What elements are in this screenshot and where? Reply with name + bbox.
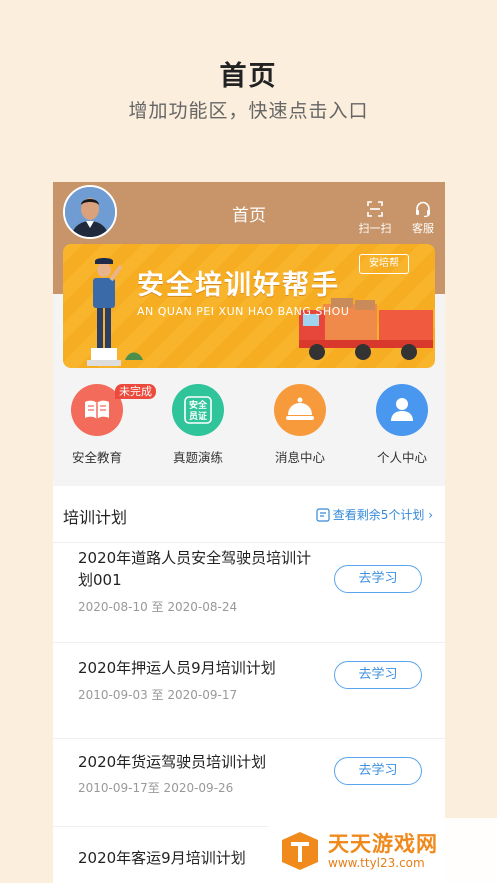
- banner-title: 安全培训好帮手: [137, 270, 340, 301]
- view-more-label: 查看剩余5个计划: [332, 508, 425, 522]
- banner-logo: 安培帮: [359, 254, 409, 274]
- study-button[interactable]: 去学习: [334, 661, 422, 689]
- watermark-logo: [282, 832, 318, 870]
- quick-label: 安全教育: [71, 450, 122, 465]
- scan-icon: [367, 201, 383, 217]
- list-item[interactable]: 2020年道路人员安全驾驶员培训计划001 2020-08-10 至 2020-…: [53, 542, 445, 643]
- service-label: 客服: [412, 222, 434, 235]
- certificate-icon: 安全 员证: [172, 384, 224, 436]
- scan-button[interactable]: 扫一扫: [355, 200, 395, 236]
- scan-label: 扫一扫: [358, 222, 392, 235]
- user-icon: [376, 384, 428, 436]
- service-button[interactable]: 客服: [403, 200, 443, 236]
- banner-subtitle: AN QUAN PEI XUN HAO BANG SHOU: [137, 305, 350, 318]
- phone-screen: 首页 扫一扫 客服 安全培训好帮手 AN QUAN PEI XUN HAO BA…: [53, 182, 445, 883]
- plan-name: 2020年道路人员安全驾驶员培训计划001: [78, 549, 312, 589]
- headset-icon: [416, 201, 430, 218]
- view-more-link[interactable]: 查看剩余5个计划 ›: [316, 506, 433, 523]
- quick-item-messages[interactable]: 消息中心: [260, 382, 340, 466]
- study-button[interactable]: 去学习: [334, 565, 422, 593]
- plan-date: 2020-08-10 至 2020-08-24: [78, 600, 238, 614]
- certificate-icon-text-bottom: 员证: [189, 411, 207, 422]
- quick-actions: 未完成 安全教育 安全 员证 真题演练 消息中心 个人中心: [53, 382, 445, 482]
- list-item[interactable]: 2020年押运人员9月培训计划 2010-09-03 至 2020-09-17 …: [53, 642, 445, 739]
- quick-item-practice[interactable]: 安全 员证 真题演练: [158, 382, 238, 466]
- promo-subtitle: 增加功能区，快速点击入口: [128, 100, 369, 122]
- quick-label: 真题演练: [172, 450, 223, 465]
- study-button[interactable]: 去学习: [334, 757, 422, 785]
- section-title: 培训计划: [63, 508, 128, 527]
- incomplete-badge: 未完成: [115, 384, 156, 399]
- chevron-right-icon: ›: [424, 508, 433, 522]
- promo-title: 首页: [219, 61, 278, 92]
- quick-label: 个人中心: [376, 450, 427, 465]
- plan-name: 2020年货运驾驶员培训计划: [78, 753, 267, 771]
- list-icon: [316, 508, 330, 522]
- list-item[interactable]: 2020年货运驾驶员培训计划 2010-09-17至 2020-09-26 去学…: [53, 738, 445, 827]
- promo-banner[interactable]: 安全培训好帮手 AN QUAN PEI XUN HAO BANG SHOU 安培…: [63, 244, 435, 368]
- watermark: 天天游戏网 www.ttyl23.com: [268, 818, 497, 883]
- plan-name: 2020年押运人员9月培训计划: [78, 659, 276, 677]
- plan-date: 2010-09-03 至 2020-09-17: [78, 688, 238, 702]
- watermark-url: www.ttyl23.com: [328, 856, 425, 870]
- quick-label: 消息中心: [274, 450, 325, 465]
- plan-date: 2010-09-17至 2020-09-26: [78, 781, 234, 795]
- certificate-icon-text-top: 安全: [189, 399, 208, 411]
- watermark-name: 天天游戏网: [328, 832, 438, 856]
- quick-item-safety-education[interactable]: 未完成 安全教育: [57, 382, 156, 466]
- quick-item-profile[interactable]: 个人中心: [362, 382, 442, 466]
- bell-icon: [274, 384, 326, 436]
